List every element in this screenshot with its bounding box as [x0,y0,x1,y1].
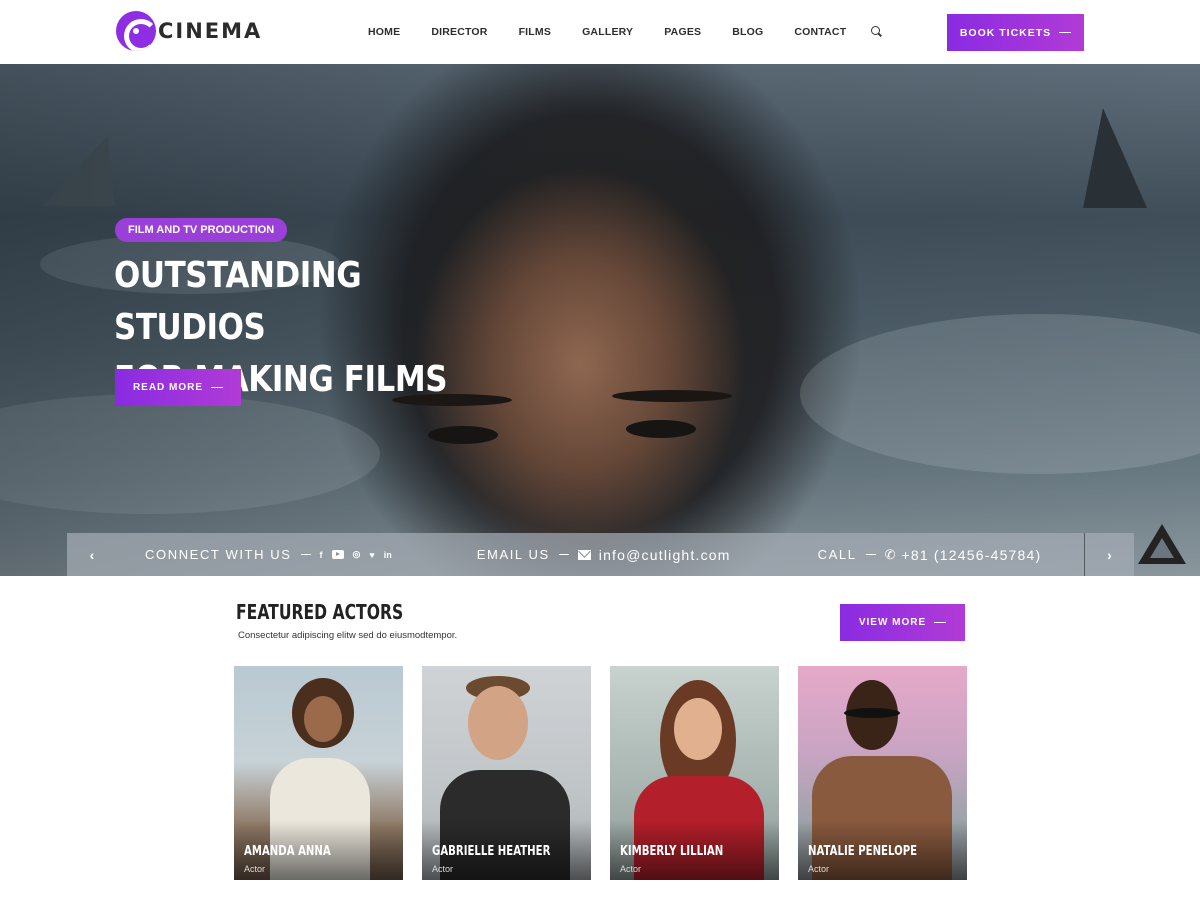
actor-card[interactable]: NATALIE PENELOPE Actor [798,666,967,880]
contact-info-bar: ‹ CONNECT WITH US f ◎ ♥ in EMAIL US info… [67,533,1134,576]
email-group: EMAIL US info@cutlight.com [477,547,731,563]
site-header: CINEMA HOME DIRECTOR FILMS GALLERY PAGES… [0,0,1200,64]
brand-logo[interactable]: CINEMA [116,11,262,51]
call-label: CALL [817,547,857,562]
actor-name: NATALIE PENELOPE [808,844,918,859]
actor-card[interactable]: KIMBERLY LILLIAN Actor [610,666,779,880]
email-label: EMAIL US [476,547,550,562]
nav-item-films[interactable]: FILMS [519,26,552,38]
hero-badge: FILM AND TV PRODUCTION [115,218,288,242]
view-more-label: VIEW MORE [858,617,927,628]
separator [300,554,311,555]
nav-item-home[interactable]: HOME [368,26,400,38]
hero-banner: FILM AND TV PRODUCTION OUTSTANDING STUDI… [0,64,1200,576]
actor-card[interactable]: GABRIELLE HEATHER Actor [422,666,591,880]
main-nav: HOME DIRECTOR FILMS GALLERY PAGES BLOG C… [368,26,883,38]
section-title: FEATURED ACTORS [236,600,404,624]
connect-group: CONNECT WITH US f ◎ ♥ in [145,547,401,562]
call-group: CALL ✆ +81 (12456-45784) [818,547,1042,563]
actor-photo-detail [674,698,722,760]
view-more-button[interactable]: VIEW MORE [840,604,965,641]
actor-role: Actor [244,864,266,874]
actor-role: Actor [808,864,830,874]
facebook-icon[interactable]: f [320,550,323,560]
mail-icon [577,549,591,560]
actor-photo-detail [304,696,342,742]
read-more-label: READ MORE [132,382,204,393]
actor-name: GABRIELLE HEATHER [432,844,551,859]
connect-label: CONNECT WITH US [145,547,292,562]
linkedin-icon[interactable]: in [384,550,392,560]
actor-photo-detail [844,708,900,718]
search-icon[interactable] [871,26,883,38]
dash-icon [211,386,224,389]
separator [865,554,876,555]
email-link[interactable]: info@cutlight.com [599,547,731,563]
dash-icon [1059,31,1072,34]
phone-link[interactable]: +81 (12456-45784) [901,547,1041,563]
triangle-logo-icon [1138,524,1186,564]
instagram-icon[interactable]: ◎ [353,549,361,560]
twitter-icon[interactable]: ♥ [369,550,374,560]
phone-icon: ✆ [884,546,896,562]
nav-item-director[interactable]: DIRECTOR [431,26,487,38]
hero-title-line: OUTSTANDING STUDIOS [114,255,362,348]
actor-name: KIMBERLY LILLIAN [620,844,724,859]
brand-name: CINEMA [158,19,263,43]
actor-name: AMANDA ANNA [244,844,331,859]
next-arrow-icon[interactable]: › [1084,533,1134,576]
prev-arrow-icon[interactable]: ‹ [67,533,117,576]
nav-item-pages[interactable]: PAGES [664,26,701,38]
separator [558,554,569,555]
nav-item-gallery[interactable]: GALLERY [582,26,633,38]
book-tickets-button[interactable]: BOOK TICKETS [947,14,1084,51]
dash-icon [934,621,947,624]
actor-role: Actor [620,864,642,874]
film-reel-icon [116,11,156,51]
nav-item-blog[interactable]: BLOG [732,26,763,38]
book-tickets-label: BOOK TICKETS [959,26,1052,39]
section-subtitle: Consectetur adipiscing elitw sed do eius… [238,630,458,641]
read-more-button[interactable]: READ MORE [115,369,241,406]
actor-card[interactable]: AMANDA ANNA Actor [234,666,403,880]
actor-photo-detail [468,686,528,760]
youtube-icon[interactable] [331,550,344,559]
actor-role: Actor [432,864,454,874]
nav-item-contact[interactable]: CONTACT [794,26,846,38]
